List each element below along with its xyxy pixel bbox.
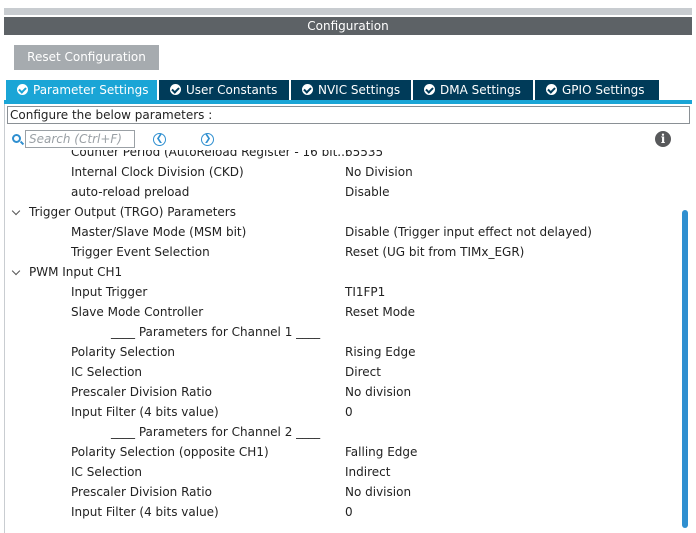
parameter-row[interactable]: Input Trigger TI1FP1 <box>5 282 680 302</box>
window-title: Configuration <box>4 17 692 35</box>
tab-label: User Constants <box>186 83 278 97</box>
tab-user-constants[interactable]: User Constants <box>159 80 289 100</box>
check-circle-icon <box>302 84 313 95</box>
configuration-window: Configuration Reset Configuration Parame… <box>0 0 696 533</box>
parameter-row[interactable]: Slave Mode Controller Reset Mode <box>5 302 680 322</box>
parameter-name: Input Filter (4 bits value) <box>71 405 219 419</box>
tab-label: NVIC Settings <box>318 83 401 97</box>
tab-label: GPIO Settings <box>562 83 645 97</box>
parameter-row[interactable]: Prescaler Division Ratio No division <box>5 382 680 402</box>
check-circle-icon <box>424 84 435 95</box>
parameter-value: No division <box>345 385 412 399</box>
vertical-scrollbar[interactable] <box>681 150 689 533</box>
tab-dma-settings[interactable]: DMA Settings <box>413 80 533 100</box>
parameter-name: Slave Mode Controller <box>71 305 204 319</box>
chevron-down-icon[interactable] <box>11 266 21 276</box>
parameter-row[interactable]: IC Selection Direct <box>5 362 680 382</box>
reset-configuration-button[interactable]: Reset Configuration <box>14 45 159 70</box>
parameter-name: Counter Period (AutoReload Register - 16… <box>71 150 349 159</box>
parameter-row[interactable]: Master/Slave Mode (MSM bit) Disable (Tri… <box>5 222 680 242</box>
scrollbar-thumb[interactable] <box>682 210 688 528</box>
configure-heading: Configure the below parameters : <box>7 106 690 124</box>
parameter-name: Input Filter (4 bits value) <box>71 505 219 519</box>
parameter-row[interactable]: Input Filter (4 bits value) 0 <box>5 402 680 422</box>
parameter-value: 0 <box>345 405 353 419</box>
parameter-row[interactable]: Prescaler Division Ratio No division <box>5 482 680 502</box>
section-label-channel-2: ____ Parameters for Channel 2 ____ <box>5 422 680 442</box>
group-label: Trigger Output (TRGO) Parameters <box>29 205 236 219</box>
parameter-panel: Configure the below parameters : ❮ ❯ i C… <box>4 104 692 533</box>
parameter-row[interactable]: Counter Period (AutoReload Register - 16… <box>5 150 680 162</box>
check-circle-icon <box>546 84 557 95</box>
parameter-row[interactable]: auto-reload preload Disable <box>5 182 680 202</box>
section-label-channel-1: ____ Parameters for Channel 1 ____ <box>5 322 680 342</box>
parameter-value: Disable (Trigger input effect not delaye… <box>345 225 592 239</box>
parameter-value: Rising Edge <box>345 345 416 359</box>
section-label: ____ Parameters for Channel 1 ____ <box>111 325 321 339</box>
tab-nvic-settings[interactable]: NVIC Settings <box>291 80 411 100</box>
parameter-name: Input Trigger <box>71 285 148 299</box>
parameter-value: TI1FP1 <box>345 285 386 299</box>
parameter-row[interactable]: Trigger Event Selection Reset (UG bit fr… <box>5 242 680 262</box>
parameter-row[interactable]: IC Selection Indirect <box>5 462 680 482</box>
chevron-left-icon[interactable]: ❮ <box>153 133 166 146</box>
tab-label: DMA Settings <box>440 83 521 97</box>
search-icon[interactable] <box>12 134 21 143</box>
tab-label: Parameter Settings <box>33 83 149 97</box>
parameter-value: 65535 <box>345 150 384 159</box>
parameter-value: Reset Mode <box>345 305 416 319</box>
parameter-row[interactable]: Internal Clock Division (CKD) No Divisio… <box>5 162 680 182</box>
parameter-name: Polarity Selection (opposite CH1) <box>71 445 269 459</box>
parameter-value: Disable <box>345 185 390 199</box>
tab-gpio-settings[interactable]: GPIO Settings <box>535 80 659 100</box>
parameter-value: Falling Edge <box>345 445 418 459</box>
parameter-name: auto-reload preload <box>71 185 190 199</box>
search-input[interactable] <box>25 130 135 148</box>
parameter-value: No division <box>345 485 412 499</box>
parameter-name: Master/Slave Mode (MSM bit) <box>71 225 247 239</box>
parameter-row[interactable]: Polarity Selection (opposite CH1) Fallin… <box>5 442 680 462</box>
parameter-name: Polarity Selection <box>71 345 176 359</box>
top-divider <box>4 8 692 15</box>
top-strip <box>0 0 696 17</box>
parameter-value: No Division <box>345 165 413 179</box>
parameter-name: IC Selection <box>71 465 143 479</box>
parameter-name: Prescaler Division Ratio <box>71 485 212 499</box>
parameter-row[interactable]: Polarity Selection Rising Edge <box>5 342 680 362</box>
parameter-value: 0 <box>345 505 353 519</box>
parameter-row[interactable]: Input Filter (4 bits value) 0 <box>5 502 680 522</box>
parameter-value: Reset (UG bit from TIMx_EGR) <box>345 245 525 259</box>
search-row: ❮ ❯ i <box>5 128 691 150</box>
chevron-down-icon[interactable] <box>11 206 21 216</box>
group-pwm-input-ch1[interactable]: PWM Input CH1 <box>5 262 680 282</box>
chevron-right-icon[interactable]: ❯ <box>201 133 214 146</box>
tab-bar: Parameter Settings User Constants NVIC S… <box>4 80 692 100</box>
parameter-value: Indirect <box>345 465 391 479</box>
info-icon[interactable]: i <box>655 131 671 147</box>
parameter-name: IC Selection <box>71 365 143 379</box>
toolbar: Reset Configuration <box>4 35 692 80</box>
parameter-name: Internal Clock Division (CKD) <box>71 165 244 179</box>
parameter-tree: Counter Period (AutoReload Register - 16… <box>5 150 680 533</box>
check-circle-icon <box>17 84 28 95</box>
tab-parameter-settings[interactable]: Parameter Settings <box>6 80 157 100</box>
parameter-value: Direct <box>345 365 381 379</box>
check-circle-icon <box>170 84 181 95</box>
parameter-name: Trigger Event Selection <box>71 245 210 259</box>
section-label: ____ Parameters for Channel 2 ____ <box>111 425 321 439</box>
parameter-name: Prescaler Division Ratio <box>71 385 212 399</box>
group-trigger-output[interactable]: Trigger Output (TRGO) Parameters <box>5 202 680 222</box>
group-label: PWM Input CH1 <box>29 265 123 279</box>
